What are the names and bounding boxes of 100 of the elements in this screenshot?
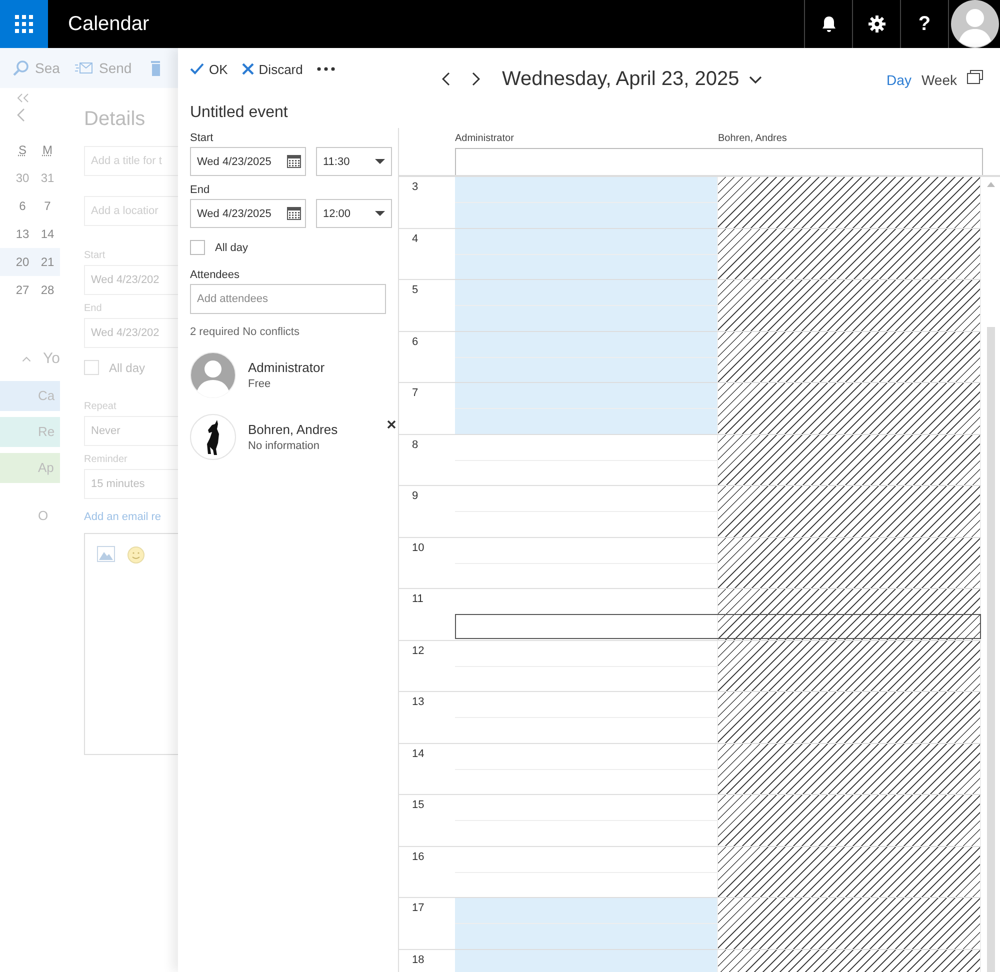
remove-attendee-button[interactable] (387, 420, 396, 429)
date-picker-field[interactable]: Wed 4/23/2025 (190, 147, 306, 176)
hour-label: 18 (411, 952, 426, 966)
discard-button[interactable]: Discard (242, 62, 303, 76)
weekday-label: M (42, 143, 54, 157)
send-command[interactable]: Send (75, 60, 145, 76)
calendar-day[interactable]: 6 (10, 199, 35, 213)
app-title: Calendar (68, 12, 150, 36)
all-day-label: All day (109, 360, 146, 374)
no-information-slot[interactable] (718, 383, 981, 434)
no-information-slot[interactable] (718, 640, 981, 691)
weekday-label: S (17, 143, 28, 157)
no-information-slot[interactable] (718, 744, 981, 794)
search-command[interactable]: Sea (13, 60, 75, 76)
attendees-summary: 2 required No conflicts (190, 326, 300, 338)
animal-silhouette-avatar (190, 414, 236, 460)
event-title: Untitled event (190, 104, 289, 122)
time-label: Start (190, 132, 214, 144)
no-information-slot[interactable] (718, 589, 981, 640)
more-icon (316, 67, 335, 71)
close-icon (387, 420, 396, 429)
app-launcher-button[interactable] (0, 0, 48, 48)
no-information-slot[interactable] (718, 692, 981, 742)
hour-label: 16 (411, 850, 426, 862)
bell-icon (820, 15, 838, 33)
date-picker-field[interactable]: Wed 4/23/2025 (190, 199, 306, 228)
attendee-name: Administrator (248, 360, 325, 375)
view-tab[interactable]: Week (921, 72, 957, 88)
hour-label: 14 (411, 746, 426, 760)
attendee-status: No information (248, 440, 321, 452)
time-dropdown[interactable]: 12:00 (316, 199, 392, 228)
pop-out-icon[interactable] (967, 70, 983, 84)
no-information-slot[interactable] (718, 177, 981, 228)
view-tab[interactable]: Day (886, 72, 912, 88)
selected-time-slot[interactable] (455, 614, 981, 639)
ok-button[interactable]: OK (190, 62, 228, 76)
chevron-right-icon (472, 72, 480, 86)
no-information-slot[interactable] (718, 538, 981, 588)
app-grid-icon (15, 15, 33, 33)
no-information-slot[interactable] (718, 280, 981, 330)
no-information-slot[interactable] (718, 332, 981, 382)
no-information-slot[interactable] (718, 795, 981, 846)
calendar-list-item[interactable]: Ca (0, 381, 60, 411)
hour-label: 5 (411, 283, 420, 296)
attendee-column-header: Administrator (455, 132, 515, 144)
attendees-label: Attendees (190, 269, 241, 281)
hour-label: 13 (411, 695, 426, 708)
calendar-day[interactable]: 28 (35, 283, 60, 297)
no-information-slot[interactable] (718, 486, 981, 536)
date-picker-button[interactable]: Wednesday, April 23, 2025 (502, 68, 762, 91)
checkmark-icon (190, 63, 204, 75)
calendar-day[interactable]: 14 (35, 227, 60, 241)
hour-label: 9 (411, 489, 420, 502)
dropdown-caret-icon (375, 210, 385, 216)
chevron-down-icon (749, 76, 762, 84)
hour-label: 17 (411, 901, 426, 914)
calendar-day[interactable]: 27 (10, 283, 35, 297)
all-day-label: All day (215, 242, 248, 254)
attendees-input-field[interactable]: Add attendees (190, 284, 386, 314)
attendee-column-header: Bohren, Andres (718, 132, 788, 144)
hour-label: 12 (411, 644, 426, 656)
hour-label: 6 (411, 334, 420, 348)
hour-label: 8 (411, 438, 420, 450)
no-information-slot[interactable] (718, 228, 981, 279)
attendee-status: Free (248, 378, 272, 390)
envelope-icon (75, 62, 93, 74)
person-avatar-icon (190, 352, 236, 398)
calendar-day[interactable]: 21 (35, 255, 60, 269)
all-day-checkbox[interactable] (190, 240, 205, 255)
hour-label: 10 (411, 540, 426, 554)
details-heading: Details (84, 108, 146, 131)
calendars-heading: Yo (43, 350, 60, 367)
hour-label: 4 (411, 232, 420, 244)
time-dropdown[interactable]: 11:30 (316, 147, 392, 176)
no-information-slot[interactable] (718, 898, 981, 948)
calendar-day[interactable]: 20 (10, 255, 35, 269)
hour-label: 15 (411, 798, 426, 811)
all-day-checkbox[interactable] (84, 360, 99, 375)
chevron-left-icon (442, 72, 450, 86)
dropdown-caret-icon (375, 158, 385, 164)
close-icon (242, 63, 254, 75)
hour-label: 3 (411, 180, 420, 193)
calendar-day[interactable]: 13 (10, 227, 35, 241)
calendar-list-item[interactable]: O (0, 501, 60, 531)
hour-label: 11 (411, 592, 424, 605)
time-label: End (190, 184, 211, 196)
no-information-slot[interactable] (718, 846, 981, 897)
calendar-icon (287, 155, 301, 168)
no-information-slot[interactable] (718, 434, 981, 485)
calendar-day[interactable]: 31 (35, 171, 60, 185)
settings-icon (868, 15, 886, 33)
search-icon (13, 60, 29, 76)
more-options-button[interactable] (316, 67, 335, 71)
account-button[interactable] (948, 0, 1000, 48)
calendar-day[interactable]: 30 (10, 171, 35, 185)
attendee-name: Bohren, Andres (248, 422, 338, 437)
calendar-day[interactable]: 7 (35, 199, 60, 213)
hour-label: 7 (411, 386, 420, 399)
add-email-reminder-link[interactable]: Add an email re (84, 511, 178, 523)
calendar-icon (287, 207, 301, 220)
